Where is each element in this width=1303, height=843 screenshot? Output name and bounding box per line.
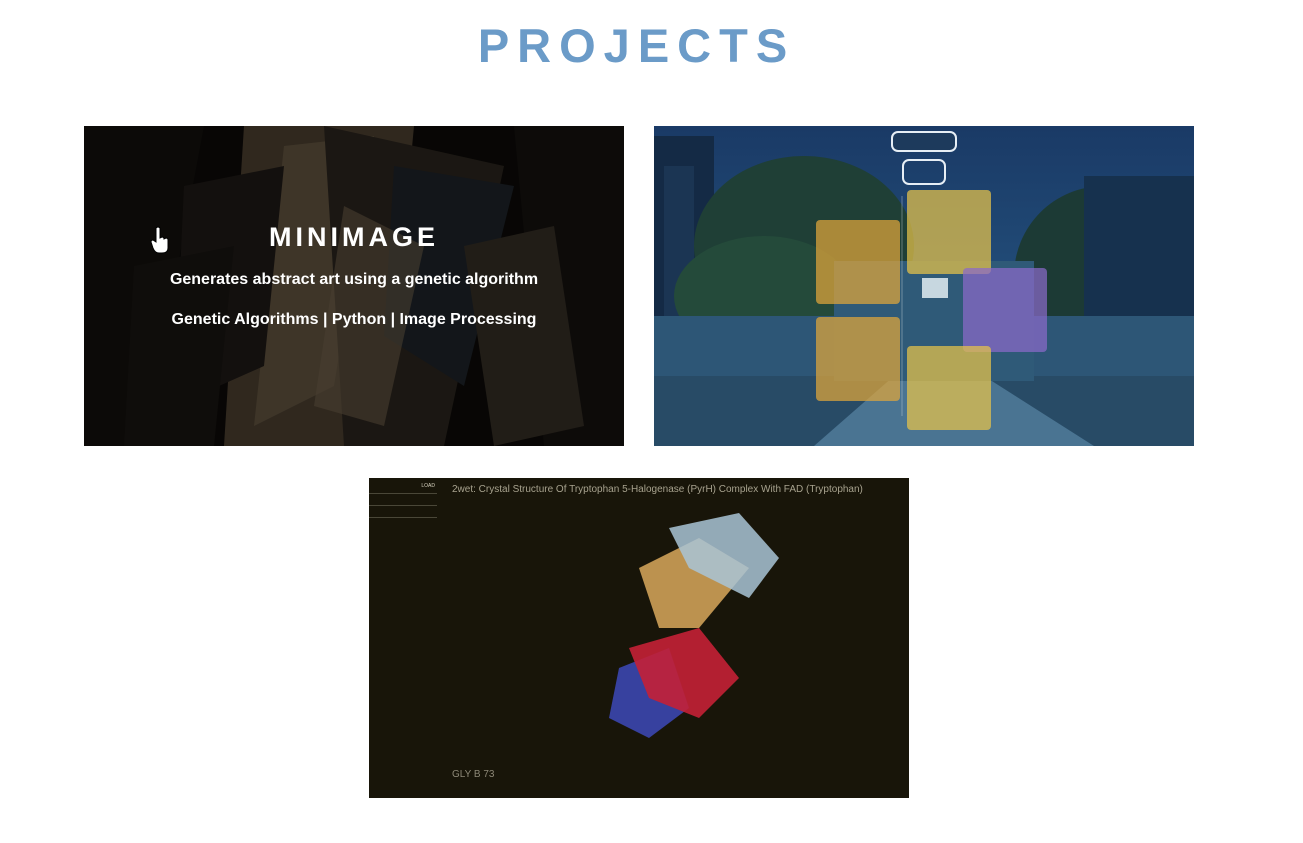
load-button[interactable]: LOAD [421,483,435,489]
list-item[interactable]: LOAD [369,482,437,494]
project-card-tab-manager[interactable] [654,126,1194,446]
night-street-tab-manager-image [654,126,1194,446]
section-title: PROJECTS [477,19,796,72]
project-card-minimage[interactable]: MINIMAGE Generates abstract art using a … [84,126,624,446]
project-description: Generates abstract art using a genetic a… [169,271,539,288]
project-card-protein-viewer[interactable]: LOAD 2wet: Crystal Structure Of Tryptoph… [369,478,909,798]
protein-structure-image [369,478,909,798]
list-item[interactable] [369,494,437,506]
residue-label: GLY B 73 [452,769,495,780]
hand-cursor-icon [150,226,169,254]
project-tags: Genetic Algorithms | Python | Image Proc… [171,311,537,328]
viewer-title: 2wet: Crystal Structure Of Tryptophan 5-… [452,484,863,495]
sidebar-list: LOAD [369,482,437,518]
list-item[interactable] [369,506,437,518]
